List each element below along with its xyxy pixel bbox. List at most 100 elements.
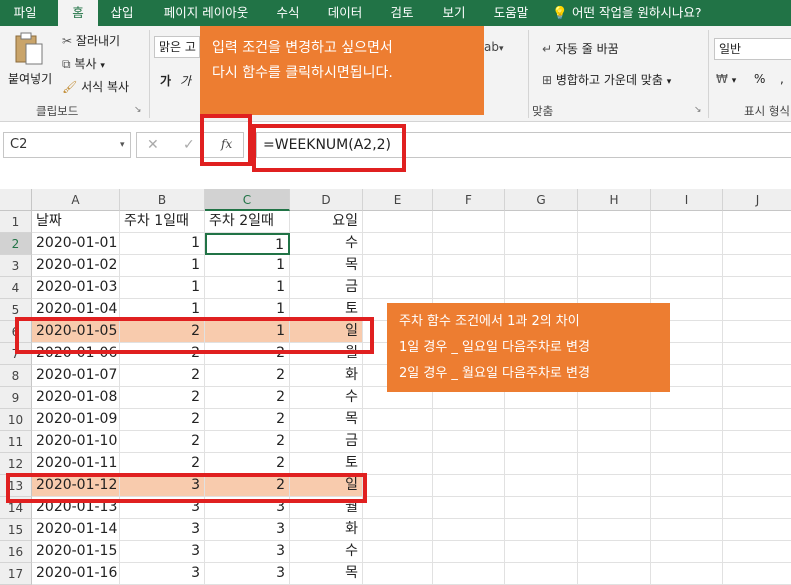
cancel-icon[interactable]: ✕ xyxy=(147,137,159,153)
cell-c12[interactable]: 2 xyxy=(205,453,290,475)
empty-cell[interactable] xyxy=(505,431,578,453)
copy-button[interactable]: ⧉ 복사 ▾ xyxy=(62,55,105,72)
empty-cell[interactable] xyxy=(433,541,505,563)
empty-cell[interactable] xyxy=(651,233,723,255)
empty-cell[interactable] xyxy=(433,563,505,585)
empty-cell[interactable] xyxy=(651,497,723,519)
empty-cell[interactable] xyxy=(505,453,578,475)
cell-b16[interactable]: 3 xyxy=(120,541,205,563)
cell-d4[interactable]: 금 xyxy=(290,277,363,299)
empty-cell[interactable] xyxy=(433,453,505,475)
empty-cell[interactable] xyxy=(505,211,578,233)
cell-b1[interactable]: 주차 1일때 xyxy=(120,211,205,233)
empty-cell[interactable] xyxy=(363,453,433,475)
row-header[interactable]: 10 xyxy=(0,409,32,431)
cell-c10[interactable]: 2 xyxy=(205,409,290,431)
empty-cell[interactable] xyxy=(505,255,578,277)
empty-cell[interactable] xyxy=(723,475,791,497)
cell-c3[interactable]: 1 xyxy=(205,255,290,277)
cell-b3[interactable]: 1 xyxy=(120,255,205,277)
empty-cell[interactable] xyxy=(363,541,433,563)
bold-button[interactable]: 가 xyxy=(160,72,171,89)
empty-cell[interactable] xyxy=(578,453,651,475)
empty-cell[interactable] xyxy=(723,255,791,277)
comma-button[interactable]: , xyxy=(780,72,784,86)
empty-cell[interactable] xyxy=(363,233,433,255)
cell-a16[interactable]: 2020-01-15 xyxy=(32,541,120,563)
empty-cell[interactable] xyxy=(723,233,791,255)
empty-cell[interactable] xyxy=(363,409,433,431)
empty-cell[interactable] xyxy=(433,519,505,541)
cell-b11[interactable]: 2 xyxy=(120,431,205,453)
empty-cell[interactable] xyxy=(505,541,578,563)
empty-cell[interactable] xyxy=(505,277,578,299)
name-box[interactable]: C2 xyxy=(3,132,131,158)
cell-b17[interactable]: 3 xyxy=(120,563,205,585)
empty-cell[interactable] xyxy=(578,431,651,453)
cell-c15[interactable]: 3 xyxy=(205,519,290,541)
percent-button[interactable]: % xyxy=(754,72,765,86)
cell-d8[interactable]: 화 xyxy=(290,365,363,387)
cell-b2[interactable]: 1 xyxy=(120,233,205,255)
empty-cell[interactable] xyxy=(363,519,433,541)
empty-cell[interactable] xyxy=(363,277,433,299)
empty-cell[interactable] xyxy=(363,211,433,233)
empty-cell[interactable] xyxy=(363,497,433,519)
empty-cell[interactable] xyxy=(723,497,791,519)
row-header[interactable]: 1 xyxy=(0,211,32,233)
cell-c16[interactable]: 3 xyxy=(205,541,290,563)
cell-a15[interactable]: 2020-01-14 xyxy=(32,519,120,541)
cell-d1[interactable]: 요일 xyxy=(290,211,363,233)
empty-cell[interactable] xyxy=(363,563,433,585)
number-format-combo[interactable]: 일반 xyxy=(714,38,791,60)
empty-cell[interactable] xyxy=(723,343,791,365)
column-header[interactable]: F xyxy=(433,189,505,211)
empty-cell[interactable] xyxy=(578,409,651,431)
empty-cell[interactable] xyxy=(651,519,723,541)
cell-d2[interactable]: 수 xyxy=(290,233,363,255)
empty-cell[interactable] xyxy=(578,255,651,277)
empty-cell[interactable] xyxy=(433,409,505,431)
column-header[interactable]: D xyxy=(290,189,363,211)
empty-cell[interactable] xyxy=(651,255,723,277)
cell-a11[interactable]: 2020-01-10 xyxy=(32,431,120,453)
empty-cell[interactable] xyxy=(723,365,791,387)
tab-page-layout[interactable]: 페이지 레이아웃 xyxy=(154,0,258,26)
tell-me-search[interactable]: 💡 어떤 작업을 원하시나요? xyxy=(552,0,752,26)
row-header[interactable]: 12 xyxy=(0,453,32,475)
row-header[interactable]: 16 xyxy=(0,541,32,563)
empty-cell[interactable] xyxy=(505,563,578,585)
orientation-button[interactable]: ab▾ xyxy=(484,40,504,54)
tab-help[interactable]: 도움말 xyxy=(484,0,538,26)
cell-d10[interactable]: 목 xyxy=(290,409,363,431)
tab-home[interactable]: 홈 xyxy=(58,0,98,26)
cell-b9[interactable]: 2 xyxy=(120,387,205,409)
accounting-format-button[interactable]: ₩ ▾ xyxy=(716,72,736,86)
cell-a8[interactable]: 2020-01-07 xyxy=(32,365,120,387)
select-all-corner[interactable] xyxy=(0,189,32,211)
row-header[interactable]: 9 xyxy=(0,387,32,409)
clipboard-launcher-icon[interactable]: ↘ xyxy=(134,105,142,115)
column-header[interactable]: E xyxy=(363,189,433,211)
column-header[interactable]: A xyxy=(32,189,120,211)
empty-cell[interactable] xyxy=(723,409,791,431)
empty-cell[interactable] xyxy=(723,387,791,409)
empty-cell[interactable] xyxy=(723,541,791,563)
column-header[interactable]: I xyxy=(651,189,723,211)
cell-b4[interactable]: 1 xyxy=(120,277,205,299)
empty-cell[interactable] xyxy=(723,299,791,321)
column-header[interactable]: C xyxy=(205,189,290,211)
tab-data[interactable]: 데이터 xyxy=(318,0,372,26)
cell-c9[interactable]: 2 xyxy=(205,387,290,409)
empty-cell[interactable] xyxy=(363,431,433,453)
font-name-combo[interactable]: 맑은 고 xyxy=(154,36,200,58)
empty-cell[interactable] xyxy=(651,563,723,585)
cell-c4[interactable]: 1 xyxy=(205,277,290,299)
cell-b12[interactable]: 2 xyxy=(120,453,205,475)
alignment-launcher-icon[interactable]: ↘ xyxy=(694,105,702,115)
empty-cell[interactable] xyxy=(433,431,505,453)
empty-cell[interactable] xyxy=(433,277,505,299)
empty-cell[interactable] xyxy=(723,321,791,343)
empty-cell[interactable] xyxy=(433,475,505,497)
empty-cell[interactable] xyxy=(505,233,578,255)
